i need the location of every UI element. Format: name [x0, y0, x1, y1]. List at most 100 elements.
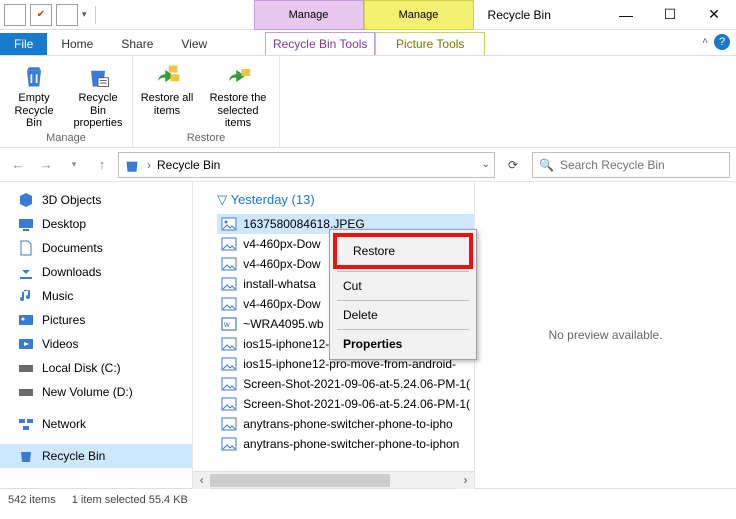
sidebar-item-label: 3D Objects	[42, 193, 101, 207]
file-name: Screen-Shot-2021-09-06-at-5.24.06-PM-1(	[243, 377, 470, 391]
restore-all-button[interactable]: Restore all items	[139, 60, 195, 117]
status-item-count: 542 items	[8, 494, 56, 506]
svg-text:W: W	[224, 323, 230, 329]
context-menu-restore[interactable]: Restore	[343, 239, 463, 263]
empty-recycle-bin-button[interactable]: Empty Recycle Bin	[6, 60, 62, 130]
preview-pane: No preview available.	[474, 182, 736, 488]
sidebar-item-documents[interactable]: Documents	[0, 236, 192, 260]
context-menu-separator	[337, 329, 469, 330]
recycle-bin-properties-button[interactable]: Recycle Bin properties	[70, 60, 126, 130]
ribbon-collapse-icon[interactable]: ˄	[702, 36, 708, 47]
context-menu-separator	[337, 300, 469, 301]
sidebar-item-label: Desktop	[42, 217, 86, 231]
contextual-tabs: Manage Manage	[254, 0, 474, 30]
qat-dropdown-icon[interactable]: ▾	[82, 9, 87, 20]
file-name: Screen-Shot-2021-09-06-at-5.24.06-PM-1(	[243, 397, 470, 411]
scroll-left-icon[interactable]: ‹	[193, 472, 210, 489]
address-bar[interactable]: › Recycle Bin ⌄	[118, 152, 495, 178]
btn-label: Restore the selected items	[203, 92, 273, 130]
contextual-tab-picture[interactable]: Manage	[364, 0, 474, 30]
file-row[interactable]: anytrans-phone-switcher-phone-to-iphon	[217, 434, 474, 454]
sidebar-item-downloads[interactable]: Downloads	[0, 260, 192, 284]
forward-button[interactable]: →	[34, 153, 58, 177]
context-menu-delete[interactable]: Delete	[333, 303, 473, 327]
restore-selected-button[interactable]: Restore the selected items	[203, 60, 273, 130]
search-icon: 🔍	[539, 158, 554, 172]
preview-message: No preview available.	[548, 328, 662, 342]
btn-label: Empty Recycle Bin	[6, 92, 62, 130]
maximize-button[interactable]: ☐	[648, 0, 692, 30]
refresh-button[interactable]: ⟳	[498, 152, 528, 178]
help-icon[interactable]: ?	[714, 34, 730, 50]
group-label: Manage	[46, 131, 86, 145]
sidebar-item-label: Documents	[42, 241, 103, 255]
ribbon-group-manage: Empty Recycle Bin Recycle Bin properties…	[0, 56, 133, 147]
quick-access-toolbar: ▾	[0, 0, 104, 29]
sidebar-item-label: Network	[42, 417, 86, 431]
sidebar-item-label: New Volume (D:)	[42, 385, 133, 399]
qat-button-checked[interactable]	[30, 4, 52, 26]
scroll-thumb[interactable]	[210, 474, 390, 487]
sidebar-item-recycle-bin[interactable]: Recycle Bin	[0, 444, 192, 468]
minimize-button[interactable]: —	[604, 0, 648, 30]
sidebar-item-pictures[interactable]: Pictures	[0, 308, 192, 332]
group-header[interactable]: ▽ Yesterday (13)	[217, 186, 474, 214]
breadcrumb-sep: ›	[147, 158, 151, 172]
file-row[interactable]: anytrans-phone-switcher-phone-to-ipho	[217, 414, 474, 434]
context-menu-cut[interactable]: Cut	[333, 274, 473, 298]
btn-label: Restore all items	[139, 92, 195, 117]
sidebar-item-3d-objects[interactable]: 3D Objects	[0, 188, 192, 212]
sidebar-item-desktop[interactable]: Desktop	[0, 212, 192, 236]
scroll-right-icon[interactable]: ›	[457, 472, 474, 489]
file-name: v4-460px-Dow	[243, 237, 320, 251]
sidebar-item-label: Local Disk (C:)	[42, 361, 121, 375]
titlebar: ▾ Manage Manage Recycle Bin — ☐ ✕	[0, 0, 736, 30]
recycle-bin-icon	[123, 156, 141, 174]
file-name: v4-460px-Dow	[243, 297, 320, 311]
btn-label: Recycle Bin properties	[70, 92, 126, 130]
contextual-tab-recyclebin[interactable]: Manage	[254, 0, 364, 30]
sidebar-item-network[interactable]: Network	[0, 412, 192, 436]
horizontal-scrollbar[interactable]: ‹ ›	[193, 471, 474, 488]
context-menu-restore-highlight: Restore	[333, 233, 473, 269]
sidebar-item-music[interactable]: Music	[0, 284, 192, 308]
sidebar-item-label: Downloads	[42, 265, 101, 279]
context-menu-properties[interactable]: Properties	[333, 332, 473, 356]
ctx-tab-label: Manage	[289, 9, 329, 21]
search-input[interactable]	[560, 158, 723, 172]
file-name: install-whatsa	[243, 277, 316, 291]
qat-button-1[interactable]	[4, 4, 26, 26]
tab-picture-tools[interactable]: Picture Tools	[375, 32, 485, 55]
qat-separator	[95, 6, 96, 24]
sidebar-item-new-volume-d[interactable]: New Volume (D:)	[0, 380, 192, 404]
tab-file[interactable]: File	[0, 33, 47, 55]
sidebar-item-videos[interactable]: Videos	[0, 332, 192, 356]
breadcrumb[interactable]: Recycle Bin	[157, 158, 220, 172]
qat-button-3[interactable]	[56, 4, 78, 26]
tab-recyclebin-tools[interactable]: Recycle Bin Tools	[265, 32, 375, 55]
file-name: anytrans-phone-switcher-phone-to-ipho	[243, 417, 452, 431]
context-menu: Restore Cut Delete Properties	[329, 229, 477, 360]
address-dropdown-icon[interactable]: ⌄	[482, 159, 490, 170]
sidebar-item-label: Pictures	[42, 313, 85, 327]
sidebar-item-label: Recycle Bin	[42, 449, 105, 463]
tab-view[interactable]: View	[167, 33, 221, 55]
sidebar-item-local-disk-c[interactable]: Local Disk (C:)	[0, 356, 192, 380]
scroll-track[interactable]	[210, 472, 457, 489]
close-button[interactable]: ✕	[692, 0, 736, 30]
window-controls: — ☐ ✕	[604, 0, 736, 29]
sidebar-item-label: Videos	[42, 337, 78, 351]
address-row: ← → ▾ ↑ › Recycle Bin ⌄ ⟳ 🔍	[0, 148, 736, 182]
recent-dropdown[interactable]: ▾	[62, 153, 86, 177]
file-row[interactable]: Screen-Shot-2021-09-06-at-5.24.06-PM-1(	[217, 394, 474, 414]
file-name: v4-460px-Dow	[243, 257, 320, 271]
sidebar[interactable]: 3D Objects Desktop Documents Downloads M…	[0, 182, 193, 488]
file-row[interactable]: Screen-Shot-2021-09-06-at-5.24.06-PM-1(	[217, 374, 474, 394]
search-box[interactable]: 🔍	[532, 152, 730, 178]
tab-home[interactable]: Home	[47, 33, 107, 55]
back-button[interactable]: ←	[6, 153, 30, 177]
tab-share[interactable]: Share	[107, 33, 167, 55]
sidebar-item-label: Music	[42, 289, 73, 303]
group-header-label: Yesterday (13)	[231, 192, 315, 207]
up-button[interactable]: ↑	[90, 153, 114, 177]
